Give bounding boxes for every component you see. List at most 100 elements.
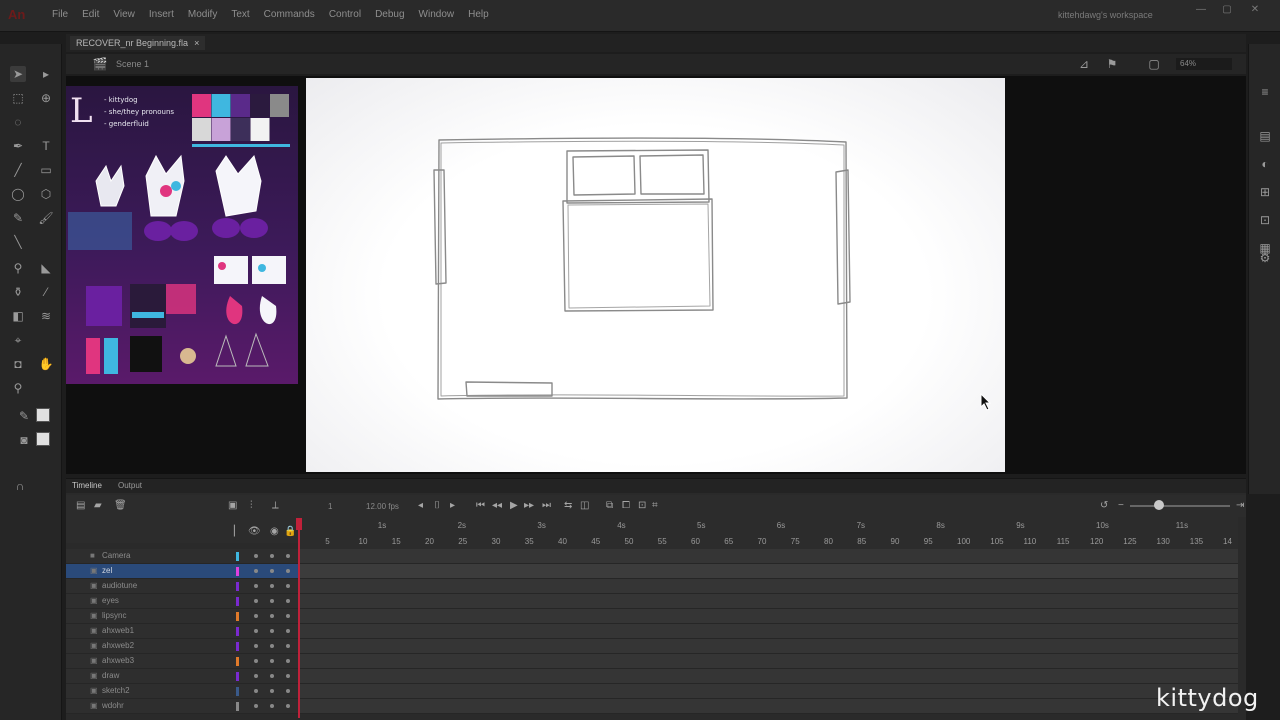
layer-row[interactable]: ▣ zel bbox=[66, 564, 1238, 579]
layer-name-cell[interactable]: ▣ audiotune bbox=[66, 579, 298, 594]
layer-toggle-dot[interactable] bbox=[270, 569, 274, 573]
layer-toggle-dot[interactable] bbox=[254, 674, 258, 678]
menu-view[interactable]: View bbox=[113, 9, 135, 20]
layer-outline-color[interactable] bbox=[236, 582, 239, 591]
layer-toggle-dot[interactable] bbox=[286, 674, 290, 678]
layer-toggle-dot[interactable] bbox=[270, 614, 274, 618]
zoom-dropdown[interactable]: 64% bbox=[1176, 58, 1232, 70]
layer-toggle-dot[interactable] bbox=[254, 614, 258, 618]
onion-range-icon[interactable]: ⊡ bbox=[638, 499, 646, 513]
menu-file[interactable]: File bbox=[52, 9, 68, 20]
layer-outline-color[interactable] bbox=[236, 612, 239, 621]
library-icon[interactable]: ▤ bbox=[1257, 128, 1273, 144]
camera-icon[interactable]: ⚑ bbox=[1104, 56, 1120, 72]
menu-insert[interactable]: Insert bbox=[149, 9, 174, 20]
layer-name-cell[interactable]: ▣ eyes bbox=[66, 594, 298, 609]
layer-frames[interactable] bbox=[298, 699, 1238, 714]
layer-toggle-dot[interactable] bbox=[254, 569, 258, 573]
paint-bucket-icon[interactable]: ◣ bbox=[38, 260, 54, 276]
layer-name-cell[interactable]: ▣ zel bbox=[66, 564, 298, 579]
layer-toggle-dot[interactable] bbox=[286, 689, 290, 693]
brush-tool-icon[interactable]: 🖌 bbox=[38, 210, 54, 226]
menu-control[interactable]: Control bbox=[329, 9, 361, 20]
zoom-out-icon[interactable]: − bbox=[1118, 499, 1124, 513]
layer-frames[interactable] bbox=[298, 564, 1238, 579]
layer-outline-color[interactable] bbox=[236, 567, 239, 576]
properties-icon[interactable]: ≡ bbox=[1257, 84, 1273, 100]
clip-content-icon[interactable]: ▢ bbox=[1146, 56, 1162, 72]
zoom-tool-icon[interactable]: ⚲ bbox=[10, 380, 26, 396]
transform-icon[interactable]: ⊡ bbox=[1257, 212, 1273, 228]
fill-color-swatch[interactable] bbox=[36, 432, 50, 446]
layer-toggle-dot[interactable] bbox=[286, 659, 290, 663]
layer-row[interactable]: ▣ audiotune bbox=[66, 579, 1238, 594]
layer-toggle-dot[interactable] bbox=[270, 554, 274, 558]
layer-row[interactable]: ▣ sketch2 bbox=[66, 684, 1238, 699]
layer-outline-color[interactable] bbox=[236, 687, 239, 696]
ink-bottle-icon[interactable]: ⚱ bbox=[10, 284, 26, 300]
subselection-tool-icon[interactable]: ▸ bbox=[38, 66, 54, 82]
layer-frames[interactable] bbox=[298, 624, 1238, 639]
layer-toggle-dot[interactable] bbox=[286, 554, 290, 558]
layer-name-cell[interactable]: ▣ ahxweb1 bbox=[66, 624, 298, 639]
layer-toggle-dot[interactable] bbox=[270, 689, 274, 693]
layer-frames[interactable] bbox=[298, 609, 1238, 624]
document-tab[interactable]: RECOVER_nr Beginning.fla × bbox=[70, 36, 206, 50]
step-forward-icon[interactable]: ▸▸ bbox=[524, 499, 534, 513]
step-back-icon[interactable]: ◂◂ bbox=[492, 499, 502, 513]
center-frame-icon[interactable]: ◂ bbox=[418, 499, 423, 513]
layer-outline-color[interactable] bbox=[236, 642, 239, 651]
onion-marker-icon[interactable]: ⌷ bbox=[434, 499, 440, 513]
layer-toggle-dot[interactable] bbox=[270, 704, 274, 708]
menu-commands[interactable]: Commands bbox=[264, 9, 315, 20]
layer-toggle-dot[interactable] bbox=[286, 614, 290, 618]
components-icon[interactable]: ⚙ bbox=[1257, 250, 1273, 266]
workspace-selector[interactable]: kittehdawg's workspace bbox=[1058, 10, 1153, 20]
layer-row[interactable]: ■ Camera bbox=[66, 549, 1238, 564]
tab-timeline[interactable]: Timeline bbox=[72, 481, 102, 490]
layer-name-cell[interactable]: ▣ wdohr bbox=[66, 699, 298, 714]
stroke-color-swatch[interactable] bbox=[36, 408, 50, 422]
lock-icon[interactable]: 🔒 bbox=[284, 525, 296, 539]
camera-toggle-icon[interactable]: ▣ bbox=[228, 499, 237, 513]
free-transform-icon[interactable]: ⬚ bbox=[10, 90, 26, 106]
new-layer-icon[interactable]: ▤ bbox=[76, 499, 85, 513]
timeline-menu-icon[interactable]: ⇥ bbox=[1236, 499, 1244, 513]
width-tool-icon[interactable]: ≋ bbox=[38, 308, 54, 324]
layer-outline-color[interactable] bbox=[236, 657, 239, 666]
layer-row[interactable]: ▣ wdohr bbox=[66, 699, 1238, 714]
layer-name-cell[interactable]: ▣ lipsync bbox=[66, 609, 298, 624]
text-tool-icon[interactable]: T bbox=[38, 138, 54, 154]
selection-tool-icon[interactable]: ➤ bbox=[10, 66, 26, 82]
layer-toggle-dot[interactable] bbox=[254, 554, 258, 558]
layer-toggle-dot[interactable] bbox=[254, 659, 258, 663]
bone-tool-icon[interactable]: ⚲ bbox=[10, 260, 26, 276]
loop-icon[interactable]: ⇆ bbox=[564, 499, 572, 513]
stage-tools-icon[interactable]: ⊿ bbox=[1076, 56, 1092, 72]
layer-toggle-dot[interactable] bbox=[286, 644, 290, 648]
play-icon[interactable]: ▶ bbox=[510, 499, 518, 513]
layer-toggle-dot[interactable] bbox=[286, 569, 290, 573]
current-frame-field[interactable]: 1 bbox=[328, 502, 332, 511]
menu-window[interactable]: Window bbox=[419, 9, 455, 20]
layer-toggle-dot[interactable] bbox=[254, 584, 258, 588]
layer-name-cell[interactable]: ▣ ahxweb3 bbox=[66, 654, 298, 669]
layer-outline-color[interactable] bbox=[236, 597, 239, 606]
highlight-layers-icon[interactable]: ▏ bbox=[234, 525, 242, 539]
layer-outline-color[interactable] bbox=[236, 702, 239, 711]
layer-toggle-dot[interactable] bbox=[286, 584, 290, 588]
snap-magnet-icon[interactable]: ∩ bbox=[12, 478, 28, 494]
layer-toggle-dot[interactable] bbox=[254, 704, 258, 708]
polystar-tool-icon[interactable]: ⬡ bbox=[38, 186, 54, 202]
show-all-layers-icon[interactable]: 👁 bbox=[248, 525, 261, 539]
minimize-icon[interactable]: — bbox=[1194, 4, 1208, 16]
edit-multiple-icon[interactable]: ⧉ bbox=[606, 499, 613, 513]
close-tab-icon[interactable]: × bbox=[194, 38, 199, 48]
line-tool-icon[interactable]: ╱ bbox=[10, 162, 26, 178]
layer-outline-color[interactable] bbox=[236, 672, 239, 681]
camera-tool-icon[interactable]: ◘ bbox=[10, 356, 26, 372]
layer-toggle-dot[interactable] bbox=[270, 599, 274, 603]
layer-row[interactable]: ▣ lipsync bbox=[66, 609, 1238, 624]
menu-modify[interactable]: Modify bbox=[188, 9, 217, 20]
frame-span-icon[interactable]: ⌗ bbox=[652, 499, 658, 513]
